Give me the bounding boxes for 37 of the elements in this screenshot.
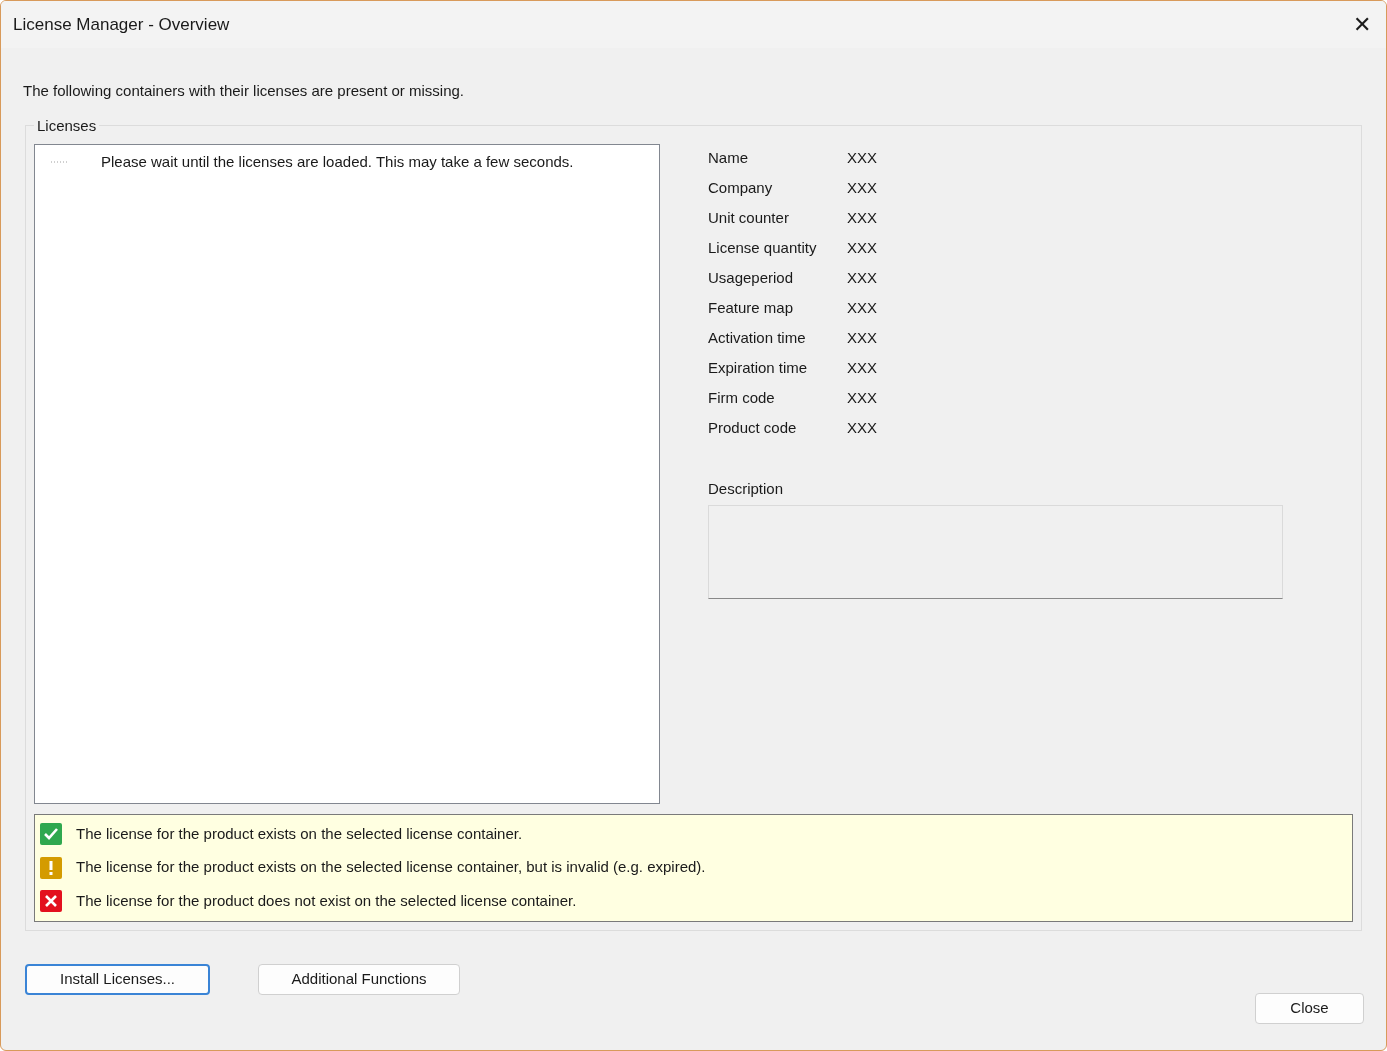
detail-label: Unit counter xyxy=(708,208,790,229)
window-title: License Manager - Overview xyxy=(13,13,230,36)
detail-value: XXX xyxy=(847,358,877,379)
warning-icon xyxy=(40,856,62,879)
detail-label: Expiration time xyxy=(708,358,809,379)
detail-value: XXX xyxy=(847,238,877,259)
detail-value: XXX xyxy=(847,148,877,169)
detail-label: License quantity xyxy=(708,238,818,259)
detail-value: XXX xyxy=(847,328,877,349)
intro-text: The following containers with their licenses are present or missing. xyxy=(23,81,466,101)
legend-text: The license for the product exists on the selected license container. xyxy=(76,823,523,844)
close-dialog-button[interactable]: Close xyxy=(1255,992,1364,1024)
detail-label: Firm code xyxy=(708,388,776,409)
close-button[interactable]: ✕ xyxy=(1338,1,1386,48)
detail-value: XXX xyxy=(847,178,877,199)
detail-value: XXX xyxy=(847,418,877,439)
checkmark-icon xyxy=(40,823,62,845)
action-button[interactable]: Install Licenses... xyxy=(25,963,210,995)
detail-label: Product code xyxy=(708,418,798,439)
detail-value: XXX xyxy=(847,208,877,229)
tree-connector-icon xyxy=(51,158,69,163)
action-button[interactable]: Additional Functions xyxy=(258,963,460,995)
detail-value: XXX xyxy=(847,268,877,289)
license-tree[interactable]: Please wait until the licenses are loaded. This may take a few seconds. xyxy=(34,143,660,804)
detail-label: Usageperiod xyxy=(708,268,795,289)
legend-text: The license for the product does not exist on the selected license container. xyxy=(76,890,577,911)
loading-message: Please wait until the licenses are loaded. This may take a few seconds. xyxy=(101,151,574,172)
error-icon xyxy=(40,890,62,912)
detail-value: XXX xyxy=(847,298,877,319)
legend-text: The license for the product exists on the selected license container, but is invalid (e.g. expired). xyxy=(76,857,706,878)
detail-label: Name xyxy=(708,148,749,169)
detail-label: Activation time xyxy=(708,328,807,349)
detail-value: XXX xyxy=(847,388,877,409)
description-box[interactable] xyxy=(708,505,1283,599)
detail-label: Company xyxy=(708,178,774,199)
detail-label: Feature map xyxy=(708,298,795,319)
description-label: Description xyxy=(708,478,785,499)
